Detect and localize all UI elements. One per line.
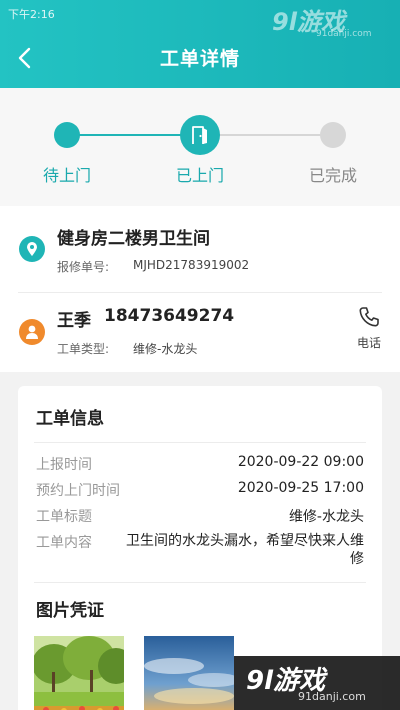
repair-number-label: 报修单号:	[57, 260, 110, 274]
divider	[34, 582, 366, 583]
progress-steps: 待上门 已上门 已完成	[0, 88, 400, 206]
step-label-waiting: 待上门	[42, 166, 91, 185]
report-time-value: 2020-09-22 09:00	[237, 454, 364, 470]
watermark-top: 9l游戏 91danji.com	[272, 2, 392, 42]
photo-thumbnail[interactable]	[34, 636, 124, 710]
photo-thumbnail[interactable]	[144, 636, 234, 710]
order-type-value: 维修-水龙头	[133, 342, 198, 356]
call-button[interactable]: 电话	[344, 306, 394, 354]
watermark-bottom: 9l游戏 91danji.com	[234, 656, 400, 710]
header-bar: 下午2:16 工单详情 9l游戏 91danji.com	[0, 0, 400, 88]
step-connector-done	[67, 134, 187, 136]
step-connector-pending	[212, 134, 334, 136]
order-content-value: 卫生间的水龙头漏水，希望尽快来人维修	[126, 533, 364, 567]
divider	[34, 442, 366, 443]
step-dot-arrived	[180, 115, 220, 155]
step-dot-waiting	[54, 122, 80, 148]
contact-name: 王季	[57, 311, 91, 331]
order-content-label: 工单内容	[36, 535, 92, 551]
divider	[18, 292, 382, 293]
appointment-time-value: 2020-09-25 17:00	[237, 480, 364, 496]
photo-evidence-title: 图片凭证	[36, 601, 104, 621]
door-icon	[192, 126, 207, 144]
page-title: 工单详情	[159, 48, 240, 70]
order-type-label: 工单类型:	[57, 342, 110, 356]
person-icon	[19, 319, 45, 345]
step-label-arrived: 已上门	[175, 166, 224, 185]
location-title: 健身房二楼男卫生间	[57, 229, 210, 249]
contact-phone: 18473649274	[104, 306, 235, 326]
location-contact-block: 健身房二楼男卫生间 报修单号: MJHD21783919002 王季 18473…	[0, 206, 400, 372]
work-order-title: 工单信息	[36, 409, 104, 429]
location-pin-icon	[19, 236, 45, 262]
order-title-label: 工单标题	[36, 509, 92, 525]
watermark-site: 91danji.com	[316, 29, 372, 39]
watermark-site: 91danji.com	[298, 690, 366, 703]
order-title-value: 维修-水龙头	[288, 509, 364, 525]
appointment-time-label: 预约上门时间	[36, 483, 120, 499]
status-time: 下午2:16	[8, 8, 55, 21]
call-label: 电话	[356, 336, 381, 350]
step-dot-completed	[320, 122, 346, 148]
step-label-completed: 已完成	[308, 166, 357, 185]
report-time-label: 上报时间	[36, 457, 92, 473]
phone-icon	[359, 307, 379, 327]
repair-number-value: MJHD21783919002	[133, 258, 250, 272]
